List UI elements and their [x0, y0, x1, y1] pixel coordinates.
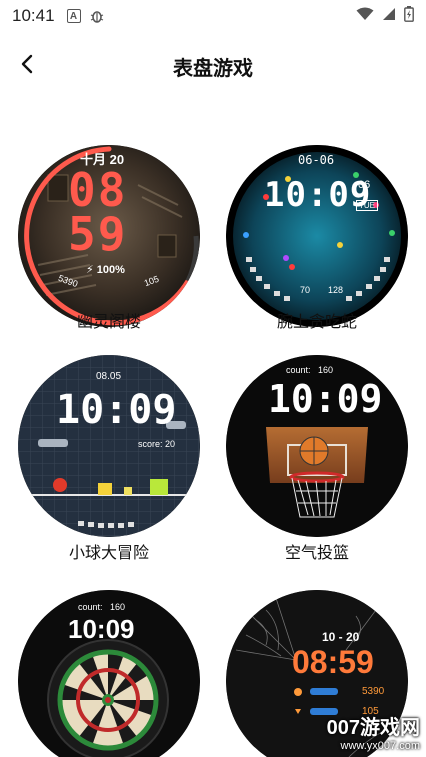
face-steps: 5390 — [362, 686, 385, 697]
face-right-num: 128 — [328, 285, 344, 295]
face-time: 10:09 — [56, 387, 177, 433]
face-battery: ⚡ 100% — [86, 264, 125, 276]
face-count-value: 160 — [318, 365, 334, 375]
face-date: 10 - 20 — [322, 630, 360, 644]
face-count: count: 160 — [286, 365, 333, 375]
face-date: 08.05 — [96, 371, 122, 382]
face-count-value: 160 — [110, 602, 126, 612]
site-watermark: 007游戏网 www.yx007.com — [327, 711, 420, 752]
watch-face-card-air-shot[interactable]: count: 160 10:09 空气投篮 — [222, 355, 412, 565]
watch-face-preview — [226, 145, 408, 327]
signal-icon — [382, 7, 396, 26]
watermark-main: 007游戏网 — [326, 717, 420, 739]
face-battery-value: 100% — [96, 264, 125, 276]
face-count: count: 160 — [78, 602, 125, 612]
status-bar: 10:41 A — [0, 0, 426, 32]
face-weekday: TUE — [356, 200, 378, 211]
watch-face-label: 空气投篮 — [284, 545, 349, 562]
page-header: 表盘游戏 — [0, 40, 426, 88]
watch-face-card-ball-adventure[interactable]: 08.05 10:09 score: 20 小球大冒险 — [14, 355, 204, 565]
face-time: 10:09 — [268, 377, 383, 421]
face-time: 10:09 — [68, 614, 135, 644]
watch-face-label: 幽灵阁楼 — [76, 314, 141, 331]
watermark-url: www.yx007.com — [340, 740, 420, 752]
face-left-num: 70 — [300, 285, 311, 295]
watch-face-label: 小球大冒险 — [68, 545, 149, 562]
face-seconds: 06 — [358, 179, 371, 191]
watch-face-label: 腕上贪吃蛇 — [276, 314, 357, 331]
face-count-label: count: — [78, 602, 103, 612]
bug-icon — [89, 8, 105, 24]
face-count-label: count: — [286, 365, 311, 375]
watch-face-card-ghost-attic[interactable]: 十月 20 08 59 ⚡ 100% 5390 105 幽灵阁楼 — [14, 145, 204, 335]
face-score: score: 20 — [138, 439, 176, 449]
face-time: 08:59 — [292, 644, 374, 680]
face-minute: 59 — [68, 207, 128, 261]
a-badge-icon: A — [66, 9, 81, 23]
watch-face-card-darts[interactable]: count: 160 10:09 — [14, 590, 204, 757]
status-time: 10:41 — [12, 6, 55, 25]
watch-face-card-wrist-snake[interactable]: 06-06 10:09 06 TUE 70 128 腕上贪吃蛇 — [222, 145, 412, 335]
wifi-icon — [356, 7, 374, 26]
page-title: 表盘游戏 — [173, 58, 253, 80]
battery-icon — [404, 5, 414, 27]
face-date: 06-06 — [298, 153, 335, 167]
